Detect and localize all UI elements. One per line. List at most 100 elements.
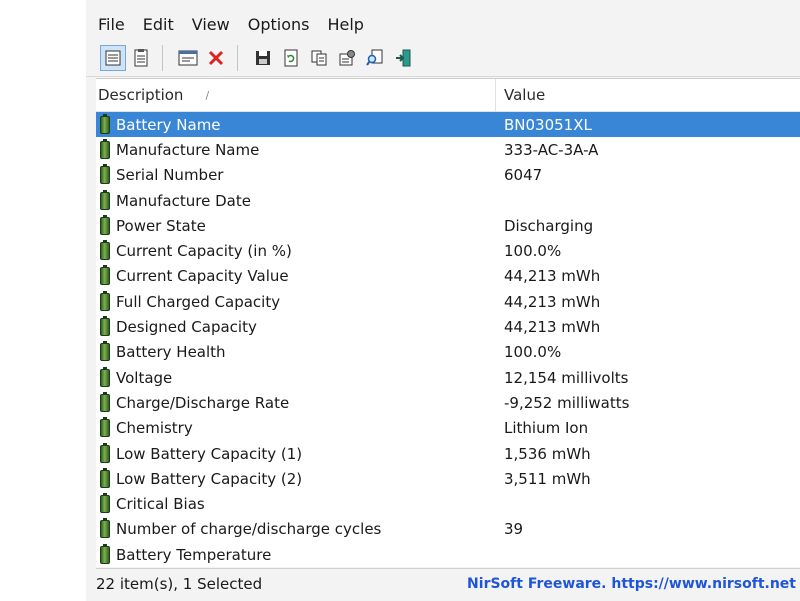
row-value: 1,536 mWh xyxy=(504,444,591,463)
list-row[interactable]: Serial Number 6047 xyxy=(96,163,800,188)
menu-help[interactable]: Help xyxy=(327,15,363,34)
list-row[interactable]: Designed Capacity 44,213 mWh xyxy=(96,314,800,339)
properties-button[interactable] xyxy=(175,45,201,71)
battery-icon xyxy=(100,189,110,210)
menu-view[interactable]: View xyxy=(192,15,230,34)
battery-icon xyxy=(100,341,110,362)
row-description-cell: Voltage xyxy=(96,366,496,387)
menu-edit[interactable]: Edit xyxy=(143,15,174,34)
battery-info-list[interactable]: Description / Value Battery Name BN03051X… xyxy=(96,78,800,567)
row-value: -9,252 milliwatts xyxy=(504,393,630,412)
row-value: 44,213 mWh xyxy=(504,267,601,286)
battery-icon xyxy=(100,417,110,438)
find-button[interactable] xyxy=(362,45,388,71)
row-description-cell: Designed Capacity xyxy=(96,316,496,337)
menu-options[interactable]: Options xyxy=(248,15,310,34)
row-description-cell: Full Charged Capacity xyxy=(96,290,496,311)
battery-icon xyxy=(100,113,110,134)
row-value: Discharging xyxy=(504,216,594,235)
nirsoft-link[interactable]: NirSoft Freeware. https://www.nirsoft.ne… xyxy=(467,576,800,592)
copy-button[interactable] xyxy=(306,45,332,71)
battery-icon xyxy=(100,316,110,337)
list-row[interactable]: Current Capacity (in %) 100.0% xyxy=(96,238,800,263)
view-list-icon xyxy=(134,49,148,67)
battery-icon xyxy=(100,214,110,235)
view-details-button[interactable] xyxy=(100,45,126,71)
battery-icon xyxy=(100,467,110,488)
save-button[interactable] xyxy=(250,45,276,71)
status-item-count: 22 item(s), 1 Selected xyxy=(96,575,263,593)
list-row[interactable]: Full Charged Capacity 44,213 mWh xyxy=(96,289,800,314)
battery-icon xyxy=(100,493,110,514)
row-description-cell: Battery Name xyxy=(96,113,496,134)
row-description: Full Charged Capacity xyxy=(116,292,281,311)
row-description-cell: Manufacture Name xyxy=(96,138,496,159)
row-description-cell: Low Battery Capacity (2) xyxy=(96,467,496,488)
row-description: Power State xyxy=(116,216,206,235)
row-description-cell: Current Capacity Value xyxy=(96,265,496,286)
list-row[interactable]: Charge/Discharge Rate -9,252 milliwatts xyxy=(96,390,800,415)
menu-file[interactable]: File xyxy=(98,15,125,34)
list-row[interactable]: Manufacture Name 333-AC-3A-A xyxy=(96,137,800,162)
battery-icon xyxy=(100,240,110,261)
row-value: 12,154 millivolts xyxy=(504,368,629,387)
list-row[interactable]: Low Battery Capacity (2) 3,511 mWh xyxy=(96,466,800,491)
list-row[interactable]: Critical Bias xyxy=(96,491,800,516)
list-row[interactable]: Battery Health 100.0% xyxy=(96,340,800,365)
column-header-description[interactable]: Description / xyxy=(96,79,496,111)
row-value: 6047 xyxy=(504,166,543,185)
copy-icon xyxy=(311,50,327,66)
column-header-value[interactable]: Value xyxy=(496,79,545,111)
exit-icon xyxy=(396,49,411,67)
list-row[interactable]: Manufacture Date xyxy=(96,188,800,213)
html-report-button[interactable] xyxy=(334,45,360,71)
row-description: Serial Number xyxy=(116,166,224,185)
find-icon xyxy=(366,49,383,66)
row-value: Lithium Ion xyxy=(504,419,589,438)
toolbar-separator xyxy=(162,45,173,71)
row-description-cell: Number of charge/discharge cycles xyxy=(96,518,496,539)
exit-button[interactable] xyxy=(390,45,416,71)
list-row[interactable]: Power State Discharging xyxy=(96,213,800,238)
toolbar-separator xyxy=(237,45,248,71)
battery-icon xyxy=(100,543,110,564)
list-row[interactable]: Current Capacity Value 44,213 mWh xyxy=(96,264,800,289)
list-row[interactable]: Battery Name BN03051XL xyxy=(96,112,800,138)
row-value: 333-AC-3A-A xyxy=(504,140,599,159)
row-description: Number of charge/discharge cycles xyxy=(116,520,382,539)
battery-icon xyxy=(100,442,110,463)
list-row[interactable]: Number of charge/discharge cycles 39 xyxy=(96,517,800,542)
row-value: 100.0% xyxy=(504,242,562,261)
refresh-icon xyxy=(284,49,298,67)
battery-icon xyxy=(100,164,110,185)
view-details-icon xyxy=(105,50,121,66)
save-icon xyxy=(256,51,270,65)
delete-button[interactable] xyxy=(203,45,229,71)
status-bar: 22 item(s), 1 Selected NirSoft Freeware.… xyxy=(96,568,800,599)
menu-bar: File Edit View Options Help xyxy=(86,10,800,38)
list-row[interactable]: Battery Temperature xyxy=(96,542,800,567)
row-description-cell: Battery Health xyxy=(96,341,496,362)
row-description: Battery Temperature xyxy=(116,545,272,564)
row-value: 3,511 mWh xyxy=(504,469,591,488)
battery-icon xyxy=(100,265,110,286)
row-description: Manufacture Date xyxy=(116,191,251,210)
list-row[interactable]: Chemistry Lithium Ion xyxy=(96,416,800,441)
row-description-cell: Serial Number xyxy=(96,164,496,185)
row-value: BN03051XL xyxy=(504,115,592,134)
row-description-cell: Charge/Discharge Rate xyxy=(96,391,496,412)
row-description-cell: Critical Bias xyxy=(96,493,496,514)
view-list-button[interactable] xyxy=(128,45,154,71)
html-report-icon xyxy=(339,50,355,66)
battery-icon xyxy=(100,290,110,311)
refresh-button[interactable] xyxy=(278,45,304,71)
list-row[interactable]: Low Battery Capacity (1) 1,536 mWh xyxy=(96,441,800,466)
list-row[interactable]: Voltage 12,154 millivolts xyxy=(96,365,800,390)
row-value: 100.0% xyxy=(504,343,562,362)
row-description: Charge/Discharge Rate xyxy=(116,393,290,412)
row-description: Designed Capacity xyxy=(116,318,257,337)
row-description: Battery Health xyxy=(116,343,226,362)
row-description: Chemistry xyxy=(116,419,193,438)
row-description-cell: Battery Temperature xyxy=(96,543,496,564)
row-description-cell: Power State xyxy=(96,214,496,235)
